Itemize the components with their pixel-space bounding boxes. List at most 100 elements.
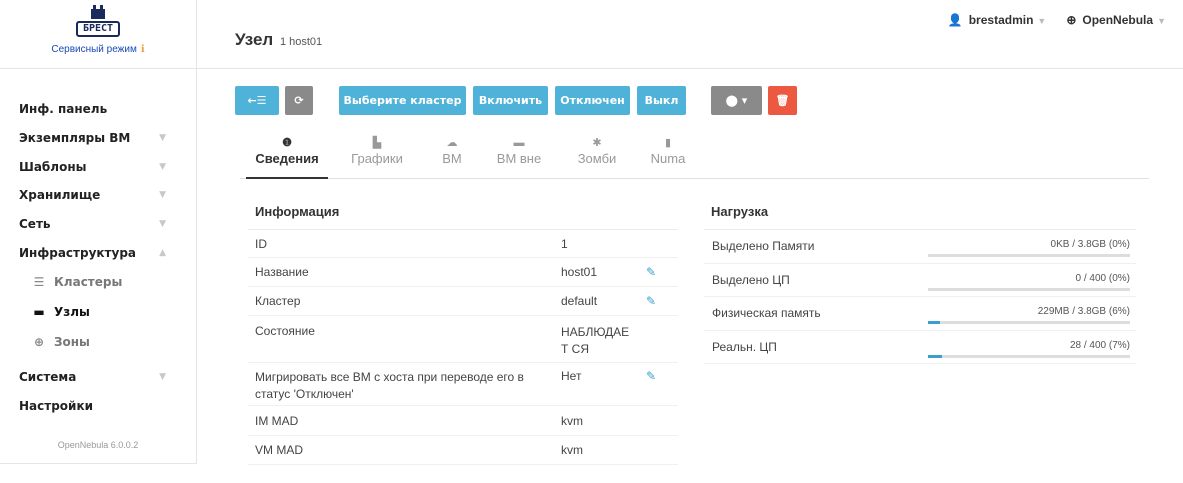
trash-icon: 🗑 [775, 94, 790, 107]
user-icon: 👤 [947, 13, 963, 27]
row-key: Состояние [255, 324, 315, 338]
menu-item-system[interactable]: Система ▼ [0, 363, 196, 392]
menu-label: Система [19, 370, 77, 385]
enable-button[interactable]: Включить [473, 86, 548, 115]
back-list-icon: ←☰ [247, 94, 267, 107]
service-mode: Сервисный режим ℹ [0, 44, 196, 55]
globe-icon: ⊕ [1066, 13, 1077, 27]
menu-label: Хранилище [19, 188, 101, 203]
tab-label: Зомби [577, 151, 617, 166]
edit-icon[interactable]: ✎ [646, 369, 678, 405]
row-value: Нет [561, 369, 582, 383]
menu-item-vms[interactable]: Экземпляры ВМ ▼ [0, 124, 196, 153]
load-label: Выделено ЦП [712, 272, 790, 287]
load-row: Физическая память 229MB / 3.8GB (6%) [704, 297, 1136, 331]
load-label: Реальн. ЦП [712, 339, 777, 354]
chevron-down-icon: ▼ [159, 372, 166, 383]
user-menu[interactable]: 👤 brestadmin ▼ [948, 13, 1047, 27]
cloud-icon: ☁ [446, 137, 458, 149]
menu-item-settings[interactable]: Настройки [0, 392, 196, 421]
tab-numa[interactable]: ▮ Numa [647, 135, 689, 179]
tab-zombies[interactable]: ✱ Зомби [573, 135, 621, 179]
table-row: ID 1 [248, 230, 678, 258]
menu-label: Шаблоны [19, 159, 87, 174]
back-button[interactable]: ←☰ [235, 86, 279, 115]
hdd-icon: ▬ [513, 137, 525, 149]
menu-item-infrastructure[interactable]: Инфраструктура ▲ [0, 238, 196, 267]
load-row: Выделено ЦП 0 / 400 (0%) [704, 264, 1136, 297]
sidebar-item-hosts[interactable]: ▬ Узлы [0, 297, 196, 327]
row-key: Кластер [255, 294, 301, 308]
load-row: Реальн. ЦП 28 / 400 (7%) [704, 331, 1136, 364]
tab-vms[interactable]: ☁ ВМ [432, 135, 472, 179]
row-value: host01 [561, 265, 598, 279]
hdd-icon: ▬ [33, 305, 45, 320]
disable-button[interactable]: Отключен [555, 86, 630, 115]
service-mode-label: Сервисный режим [51, 44, 137, 55]
menu-label: Экземпляры ВМ [19, 131, 131, 146]
menu-item-network[interactable]: Сеть ▼ [0, 210, 196, 239]
zone-menu[interactable]: ⊕ OpenNebula ▼ [1066, 13, 1166, 27]
chevron-down-icon: ▼ [159, 219, 166, 230]
row-value: kvm [561, 443, 583, 457]
chevron-up-icon: ▲ [159, 247, 166, 258]
zone-name: OpenNebula [1082, 13, 1154, 27]
sub-label: Кластеры [54, 275, 123, 290]
info-circle-icon: ❶ [282, 137, 292, 149]
microchip-icon: ▮ [664, 137, 672, 149]
sub-label: Зоны [54, 335, 90, 350]
labels-button[interactable]: ⬤ ▾ [711, 86, 762, 115]
sidebar-item-zones[interactable]: ⊕ Зоны [0, 327, 196, 357]
info-icon: ℹ [140, 44, 145, 55]
load-panel: Нагрузка Выделено Памяти 0KB / 3.8GB (0%… [704, 199, 1136, 364]
row-key: Название [255, 265, 309, 279]
sub-label: Узлы [54, 305, 90, 320]
edit-icon[interactable]: ✎ [646, 294, 678, 308]
bar-chart-icon: ▙ [372, 137, 382, 149]
sidebar-item-clusters[interactable]: ☰ Кластеры [0, 267, 196, 297]
tab-wild-vms[interactable]: ▬ ВМ вне [490, 135, 548, 179]
menu-label: Инф. панель [19, 102, 108, 117]
header: Узел 1 host01 👤 brestadmin ▼ ⊕ OpenNebula ▼ [197, 0, 1183, 69]
menu-item-dashboard[interactable]: Инф. панель [0, 95, 196, 124]
progress-bar [928, 287, 1130, 291]
row-value: kvm [561, 413, 583, 428]
brest-logo[interactable]: БРЕСТ [76, 5, 120, 40]
tab-bar: ❶ Сведения ▙ Графики ☁ ВМ ▬ ВМ вне ✱ Зом… [240, 135, 1149, 179]
castle-icon [91, 5, 105, 19]
row-key: Мигрировать все ВМ с хоста при переводе … [255, 370, 524, 401]
menu-item-templates[interactable]: Шаблоны ▼ [0, 152, 196, 181]
progress-bar [928, 254, 1130, 257]
row-value: 1 [561, 236, 568, 251]
table-row: Мигрировать все ВМ с хоста при переводе … [248, 363, 678, 406]
row-key: VM MAD [255, 443, 303, 457]
load-label: Выделено Памяти [712, 239, 815, 253]
tab-graphs[interactable]: ▙ Графики [344, 135, 410, 179]
user-area: 👤 brestadmin ▼ ⊕ OpenNebula ▼ [948, 13, 1166, 27]
globe-icon: ⊕ [33, 335, 45, 350]
edit-icon[interactable]: ✎ [646, 265, 678, 279]
load-title: Нагрузка [704, 199, 1136, 230]
chevron-down-icon: ▼ [1037, 16, 1047, 26]
load-value: 229MB / 3.8GB (6%) [1037, 306, 1130, 317]
menu-label: Настройки [19, 399, 94, 414]
row-value: default [561, 294, 598, 308]
tab-info[interactable]: ❶ Сведения [246, 135, 328, 179]
sidebar: БРЕСТ Сервисный режим ℹ Инф. панель Экзем… [0, 0, 197, 464]
chevron-down-icon: ▼ [159, 133, 166, 144]
progress-bar [928, 354, 1130, 358]
table-row: Кластер default ✎ [248, 287, 678, 316]
chevron-down-icon: ▼ [159, 161, 166, 172]
load-value: 28 / 400 (7%) [1069, 339, 1130, 351]
table-row: IM MAD kvm [248, 406, 678, 436]
refresh-button[interactable]: ⟳ [285, 86, 313, 115]
progress-fill [928, 354, 943, 358]
table-row: Название host01 ✎ [248, 258, 678, 287]
load-value: 0 / 400 (0%) [1075, 272, 1130, 284]
chevron-down-icon: ▼ [159, 190, 166, 201]
menu-item-storage[interactable]: Хранилище ▼ [0, 181, 196, 210]
row-value: НАБЛЮДАЕТ СЯ [561, 325, 630, 356]
delete-button[interactable]: 🗑 [768, 86, 797, 115]
off-button[interactable]: Выкл [637, 86, 686, 115]
select-cluster-button[interactable]: Выберите кластер [339, 86, 466, 115]
